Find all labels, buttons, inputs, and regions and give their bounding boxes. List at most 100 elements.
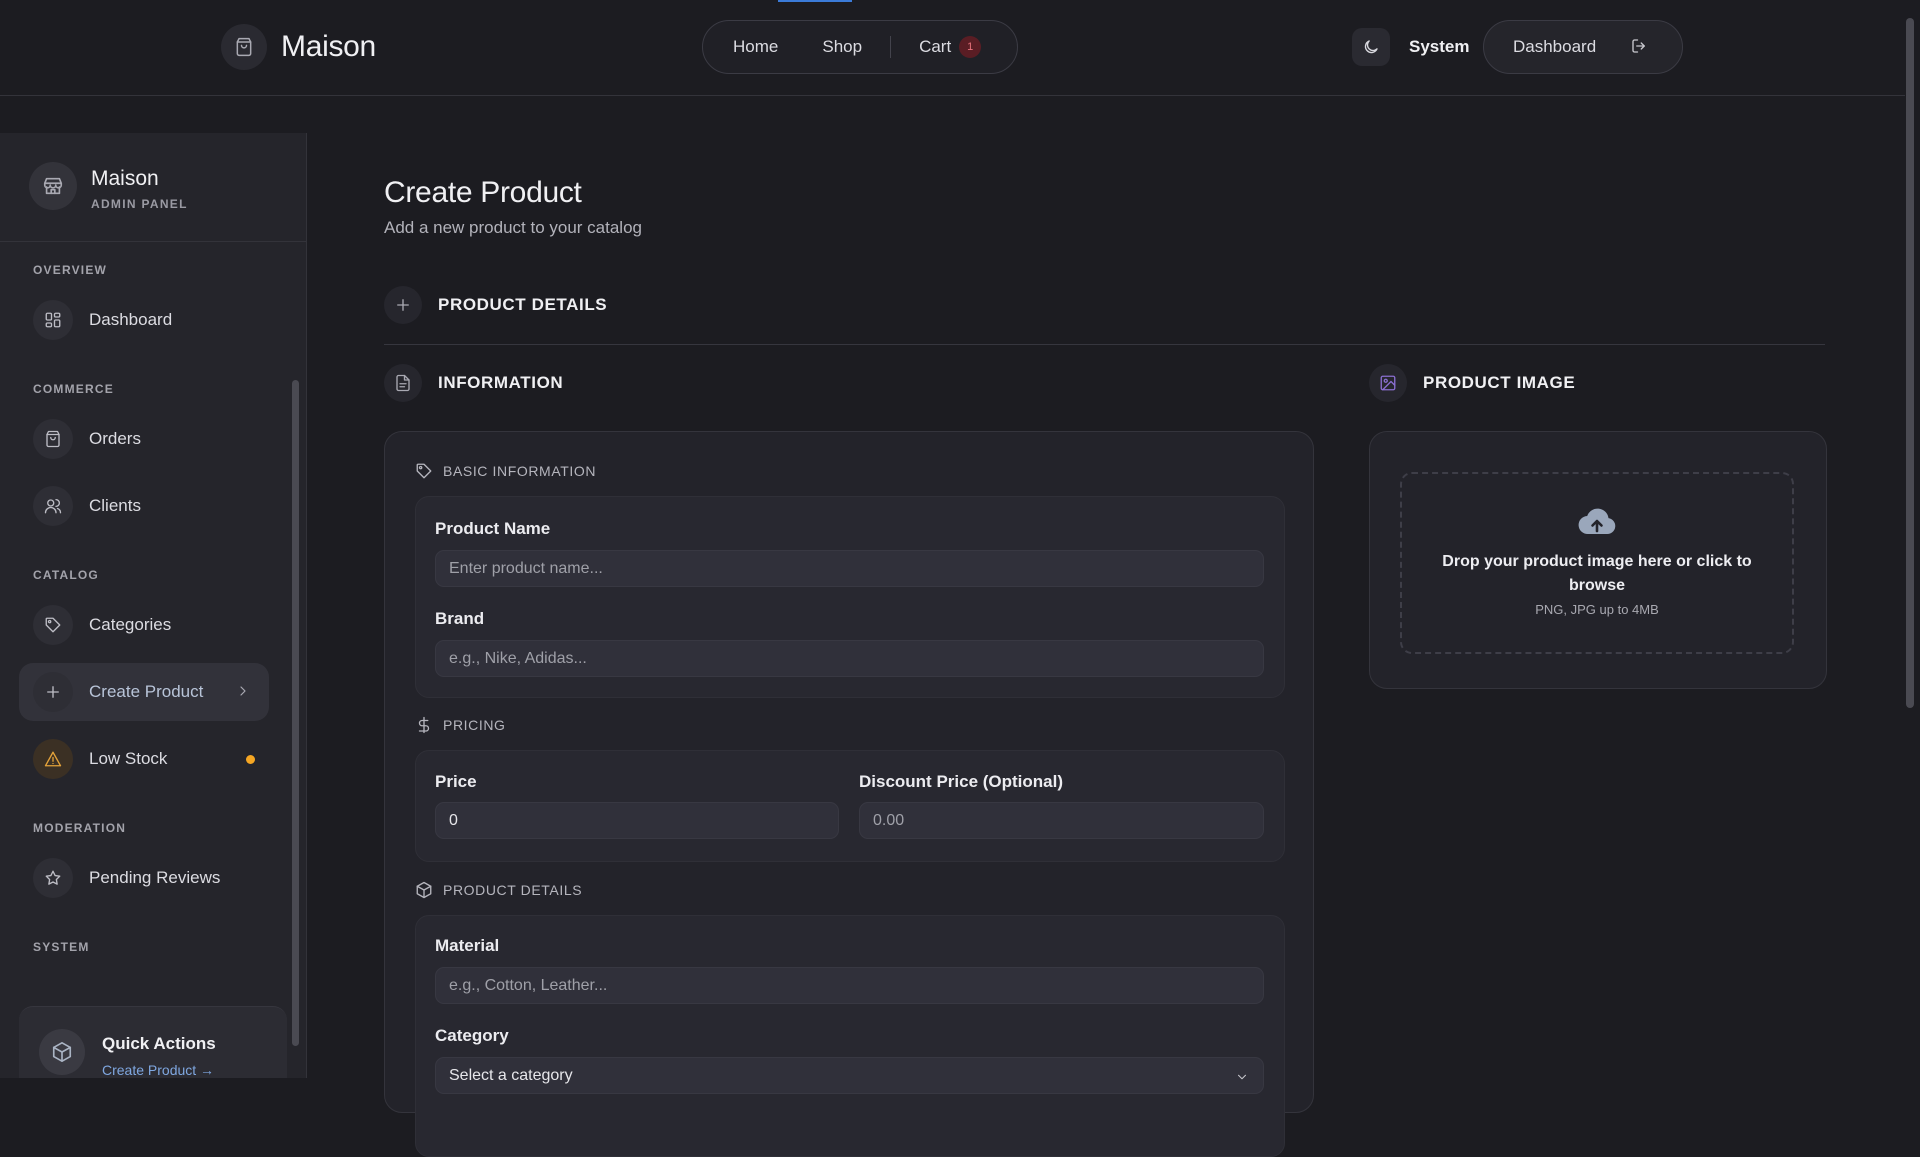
nav-separator — [890, 36, 892, 58]
discount-price-label: Discount Price (Optional) — [859, 772, 1064, 791]
page-title: Create Product — [384, 176, 582, 209]
chevron-right-icon — [235, 683, 251, 699]
nav-home-link[interactable]: Home — [733, 37, 778, 57]
box-icon — [415, 881, 433, 899]
section-overview: OVERVIEW — [33, 263, 108, 277]
section-system: SYSTEM — [33, 940, 90, 954]
basic-information-label: BASIC INFORMATION — [415, 462, 596, 480]
category-select-value: Select a category — [449, 1066, 573, 1084]
group-title: BASIC INFORMATION — [443, 463, 597, 479]
basic-information-group: Product Name Enter product name... Brand… — [415, 496, 1285, 698]
shopping-bag-icon — [221, 24, 267, 70]
dollar-icon — [415, 716, 433, 734]
warning-icon — [33, 739, 73, 779]
product-image-header: PRODUCT IMAGE — [1369, 364, 1575, 402]
moon-icon — [1362, 38, 1380, 56]
group-title: PRODUCT DETAILS — [443, 882, 583, 898]
document-icon — [384, 364, 422, 402]
sidebar-subtitle: ADMIN PANEL — [91, 197, 188, 211]
sidebar-header: Maison ADMIN PANEL — [0, 133, 306, 242]
sidebar-item-clients[interactable]: Clients — [19, 477, 269, 535]
shopping-bag-icon — [33, 419, 73, 459]
nav-cart-label: Cart — [919, 37, 952, 56]
sidebar-scrollbar[interactable] — [292, 380, 299, 1046]
section-title: PRODUCT IMAGE — [1423, 373, 1576, 392]
brand-label: Brand — [435, 609, 485, 628]
sidebar-item-label: Low Stock — [89, 749, 168, 768]
quick-actions-card: Quick Actions Create Product → — [19, 1006, 287, 1078]
chevron-down-icon — [1235, 1070, 1249, 1084]
sidebar-item-create-product[interactable]: Create Product — [19, 663, 269, 721]
pricing-group: Price 0 Discount Price (Optional) 0.00 — [415, 750, 1285, 862]
top-navbar: Maison Home Shop Cart 1 System Dashboard — [0, 0, 1905, 96]
divider — [384, 344, 1825, 345]
category-select[interactable]: Select a category — [435, 1057, 1264, 1094]
material-label: Material — [435, 936, 500, 955]
image-dropzone[interactable]: Drop your product image here or click to… — [1400, 472, 1794, 654]
nav-cart-link[interactable]: Cart 1 — [919, 36, 982, 58]
cloud-upload-icon — [1577, 504, 1617, 540]
section-title: INFORMATION — [438, 373, 564, 392]
sidebar-item-label: Pending Reviews — [89, 868, 221, 887]
section-commerce: COMMERCE — [33, 382, 114, 396]
product-details-group: Material e.g., Cotton, Leather... Catego… — [415, 915, 1285, 1157]
plus-icon — [384, 286, 422, 324]
dashboard-label: Dashboard — [1513, 37, 1597, 56]
theme-toggle-button[interactable] — [1352, 28, 1390, 66]
brand-input[interactable]: e.g., Nike, Adidas... — [435, 640, 1264, 677]
dashboard-icon — [33, 300, 73, 340]
section-title: PRODUCT DETAILS — [438, 295, 608, 314]
alert-dot — [246, 755, 255, 764]
sidebar-item-label: Create Product — [89, 682, 204, 701]
pricing-label: PRICING — [415, 716, 506, 734]
sidebar-title: Maison — [91, 167, 159, 190]
page-scrollbar[interactable] — [1906, 18, 1914, 708]
dropzone-hint: PNG, JPG up to 4MB — [1535, 602, 1659, 617]
dropzone-text: Drop your product image here or click to… — [1442, 553, 1752, 594]
quick-create-product-link[interactable]: Create Product → — [102, 1062, 214, 1078]
box-icon — [39, 1029, 85, 1075]
section-catalog: CATALOG — [33, 568, 99, 582]
nav-shop-link[interactable]: Shop — [822, 37, 862, 57]
plus-icon — [33, 672, 73, 712]
brand-name: Maison — [281, 30, 376, 63]
store-icon — [29, 162, 77, 210]
information-header: INFORMATION — [384, 364, 563, 402]
material-input[interactable]: e.g., Cotton, Leather... — [435, 967, 1264, 1004]
quick-actions-title: Quick Actions — [102, 1034, 216, 1053]
category-label: Category — [435, 1026, 509, 1045]
cart-count-badge: 1 — [959, 36, 982, 58]
page-subtitle: Add a new product to your catalog — [384, 218, 642, 237]
admin-sidebar: Maison ADMIN PANEL OVERVIEW Dashboard CO… — [0, 133, 307, 1078]
sidebar-item-label: Orders — [89, 429, 141, 448]
theme-label[interactable]: System — [1409, 37, 1469, 57]
sidebar-item-dashboard[interactable]: Dashboard — [19, 291, 269, 349]
sidebar-item-label: Dashboard — [89, 310, 173, 329]
brand[interactable]: Maison — [221, 24, 376, 70]
sidebar-item-pending-reviews[interactable]: Pending Reviews — [19, 849, 269, 907]
logout-icon[interactable] — [1630, 37, 1648, 55]
product-name-label: Product Name — [435, 519, 551, 538]
star-icon — [33, 858, 73, 898]
image-icon — [1369, 364, 1407, 402]
discount-price-input[interactable]: 0.00 — [859, 802, 1264, 839]
price-input[interactable]: 0 — [435, 802, 839, 839]
product-details-toggle[interactable]: PRODUCT DETAILS — [384, 286, 607, 324]
sidebar-item-label: Categories — [89, 615, 172, 634]
information-card: BASIC INFORMATION Product Name Enter pro… — [384, 431, 1314, 1157]
product-name-input[interactable]: Enter product name... — [435, 550, 1264, 587]
dashboard-button[interactable]: Dashboard — [1483, 20, 1683, 74]
tag-icon — [33, 605, 73, 645]
section-moderation: MODERATION — [33, 821, 127, 835]
price-label: Price — [435, 772, 477, 791]
sidebar-item-label: Clients — [89, 496, 141, 515]
tag-icon — [415, 462, 433, 480]
sidebar-item-low-stock[interactable]: Low Stock — [19, 730, 269, 788]
nav-active-indicator — [778, 0, 852, 2]
sidebar-item-categories[interactable]: Categories — [19, 596, 269, 654]
group-title: PRICING — [443, 717, 506, 733]
main-nav: Home Shop Cart 1 — [702, 20, 1018, 74]
product-image-card: Drop your product image here or click to… — [1369, 431, 1827, 689]
product-details-label: PRODUCT DETAILS — [415, 881, 582, 899]
sidebar-item-orders[interactable]: Orders — [19, 410, 269, 468]
